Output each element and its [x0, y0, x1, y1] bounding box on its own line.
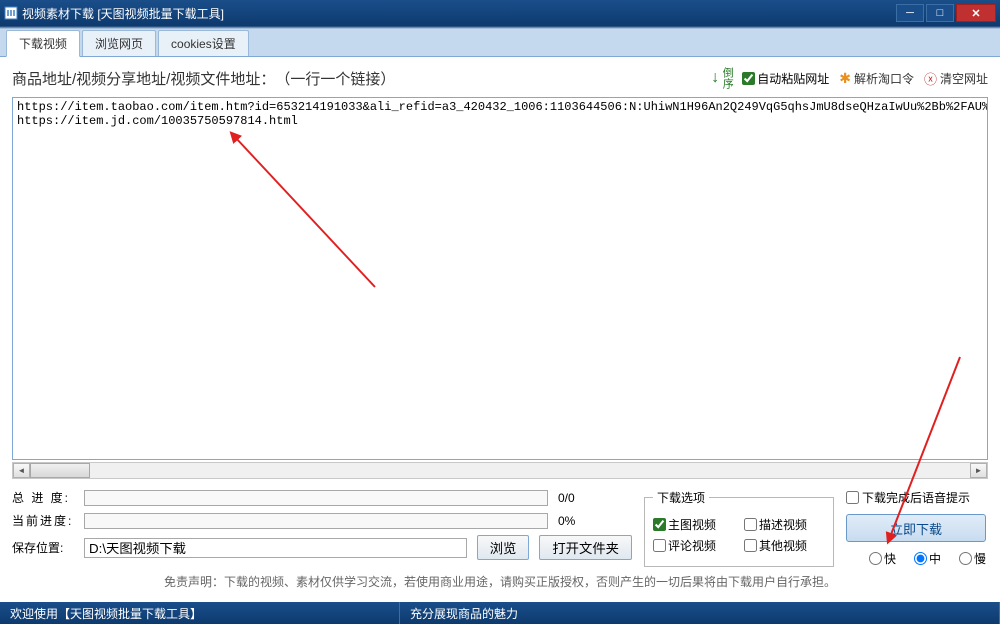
textarea-scrollbar[interactable]: ◄ ►	[12, 462, 988, 479]
voice-tip-checkbox[interactable]: 下载完成后语音提示	[846, 489, 986, 506]
current-progress-row: 当前进度: 0%	[12, 512, 632, 529]
url-header-row: 商品地址/视频分享地址/视频文件地址： （一行一个链接） ↓ 倒序 自动粘贴网址…	[12, 65, 988, 91]
main-video-checkbox[interactable]: 主图视频	[653, 516, 716, 533]
open-folder-button[interactable]: 打开文件夹	[539, 535, 632, 560]
header-actions: ↓ 倒序 自动粘贴网址 ✱ 解析淘口令 ⓧ 清空网址	[711, 67, 988, 89]
url-textarea[interactable]	[13, 98, 987, 459]
total-progress-bar	[84, 490, 548, 506]
clear-urls-button[interactable]: ⓧ 清空网址	[924, 69, 988, 88]
clear-icon: ⓧ	[924, 69, 937, 88]
progress-column: 总 进 度: 0/0 当前进度: 0% 保存位置: 浏览 打开文件夹	[12, 489, 632, 566]
current-progress-bar	[84, 513, 548, 529]
other-video-checkbox[interactable]: 其他视频	[744, 537, 807, 554]
tabbar: 下载视频 浏览网页 cookies设置	[0, 29, 1000, 57]
review-video-checkbox[interactable]: 评论视频	[653, 537, 716, 554]
desc-video-checkbox[interactable]: 描述视频	[744, 516, 807, 533]
options-legend: 下载选项	[653, 489, 709, 506]
arrow-down-icon: ↓	[711, 69, 719, 87]
auto-paste-checkbox[interactable]: 自动粘贴网址	[742, 70, 829, 87]
status-left: 欢迎使用【天图视频批量下载工具】	[0, 602, 400, 624]
auto-paste-input[interactable]	[742, 72, 755, 85]
parse-token-button[interactable]: ✱ 解析淘口令	[839, 70, 914, 87]
speed-fast-radio[interactable]: 快	[869, 550, 896, 567]
sort-button[interactable]: ↓ 倒序	[711, 67, 732, 89]
status-right: 充分展现商品的魅力	[400, 602, 1000, 624]
statusbar: 欢迎使用【天图视频批量下载工具】 充分展现商品的魅力	[0, 602, 1000, 624]
bottom-panel: 总 进 度: 0/0 当前进度: 0% 保存位置: 浏览 打开文件夹 下载选项	[12, 489, 988, 567]
current-progress-value: 0%	[552, 514, 632, 528]
speed-slow-radio[interactable]: 慢	[959, 550, 986, 567]
tab-browse[interactable]: 浏览网页	[82, 30, 156, 56]
content-area: 商品地址/视频分享地址/视频文件地址： （一行一个链接） ↓ 倒序 自动粘贴网址…	[0, 57, 1000, 602]
save-path-input[interactable]	[84, 538, 467, 558]
close-button[interactable]: ✕	[956, 4, 996, 22]
speed-radio-group: 快 中 慢	[846, 550, 986, 567]
url-textarea-wrap	[12, 97, 988, 460]
titlebar[interactable]: 视频素材下载 [天图视频批量下载工具] ─ □ ✕	[0, 0, 1000, 26]
download-now-button[interactable]: 立即下载	[846, 514, 986, 542]
right-column: 下载完成后语音提示 立即下载 快 中 慢	[846, 489, 986, 567]
app-window: 视频素材下载 [天图视频批量下载工具] ─ □ ✕ 下载视频 浏览网页 cook…	[0, 0, 1000, 624]
scroll-track[interactable]	[30, 463, 970, 478]
save-path-label: 保存位置:	[12, 539, 80, 556]
maximize-button[interactable]: □	[926, 4, 954, 22]
tab-cookies[interactable]: cookies设置	[158, 30, 249, 56]
scroll-left-icon[interactable]: ◄	[13, 463, 30, 478]
scroll-thumb[interactable]	[30, 463, 90, 478]
scroll-right-icon[interactable]: ►	[970, 463, 987, 478]
total-progress-value: 0/0	[552, 491, 632, 505]
disclaimer-text: 免责声明：下载的视频、素材仅供学习交流，若使用商业用途，请购买正版授权，否则产生…	[12, 567, 988, 596]
browse-button[interactable]: 浏览	[477, 535, 530, 560]
speed-medium-radio[interactable]: 中	[914, 550, 941, 567]
url-label: 商品地址/视频分享地址/视频文件地址：	[12, 68, 275, 89]
url-hint: （一行一个链接）	[275, 68, 395, 89]
download-options-fieldset: 下载选项 主图视频 描述视频 评论视频 其他视频	[644, 489, 834, 567]
tab-download[interactable]: 下载视频	[6, 30, 80, 57]
total-progress-label: 总 进 度:	[12, 489, 80, 506]
minimize-button[interactable]: ─	[896, 4, 924, 22]
current-progress-label: 当前进度:	[12, 512, 80, 529]
star-icon: ✱	[839, 70, 851, 87]
save-path-row: 保存位置: 浏览 打开文件夹	[12, 535, 632, 560]
window-title: 视频素材下载 [天图视频批量下载工具]	[22, 5, 896, 22]
window-controls: ─ □ ✕	[896, 4, 996, 22]
total-progress-row: 总 进 度: 0/0	[12, 489, 632, 506]
app-icon	[4, 6, 18, 20]
